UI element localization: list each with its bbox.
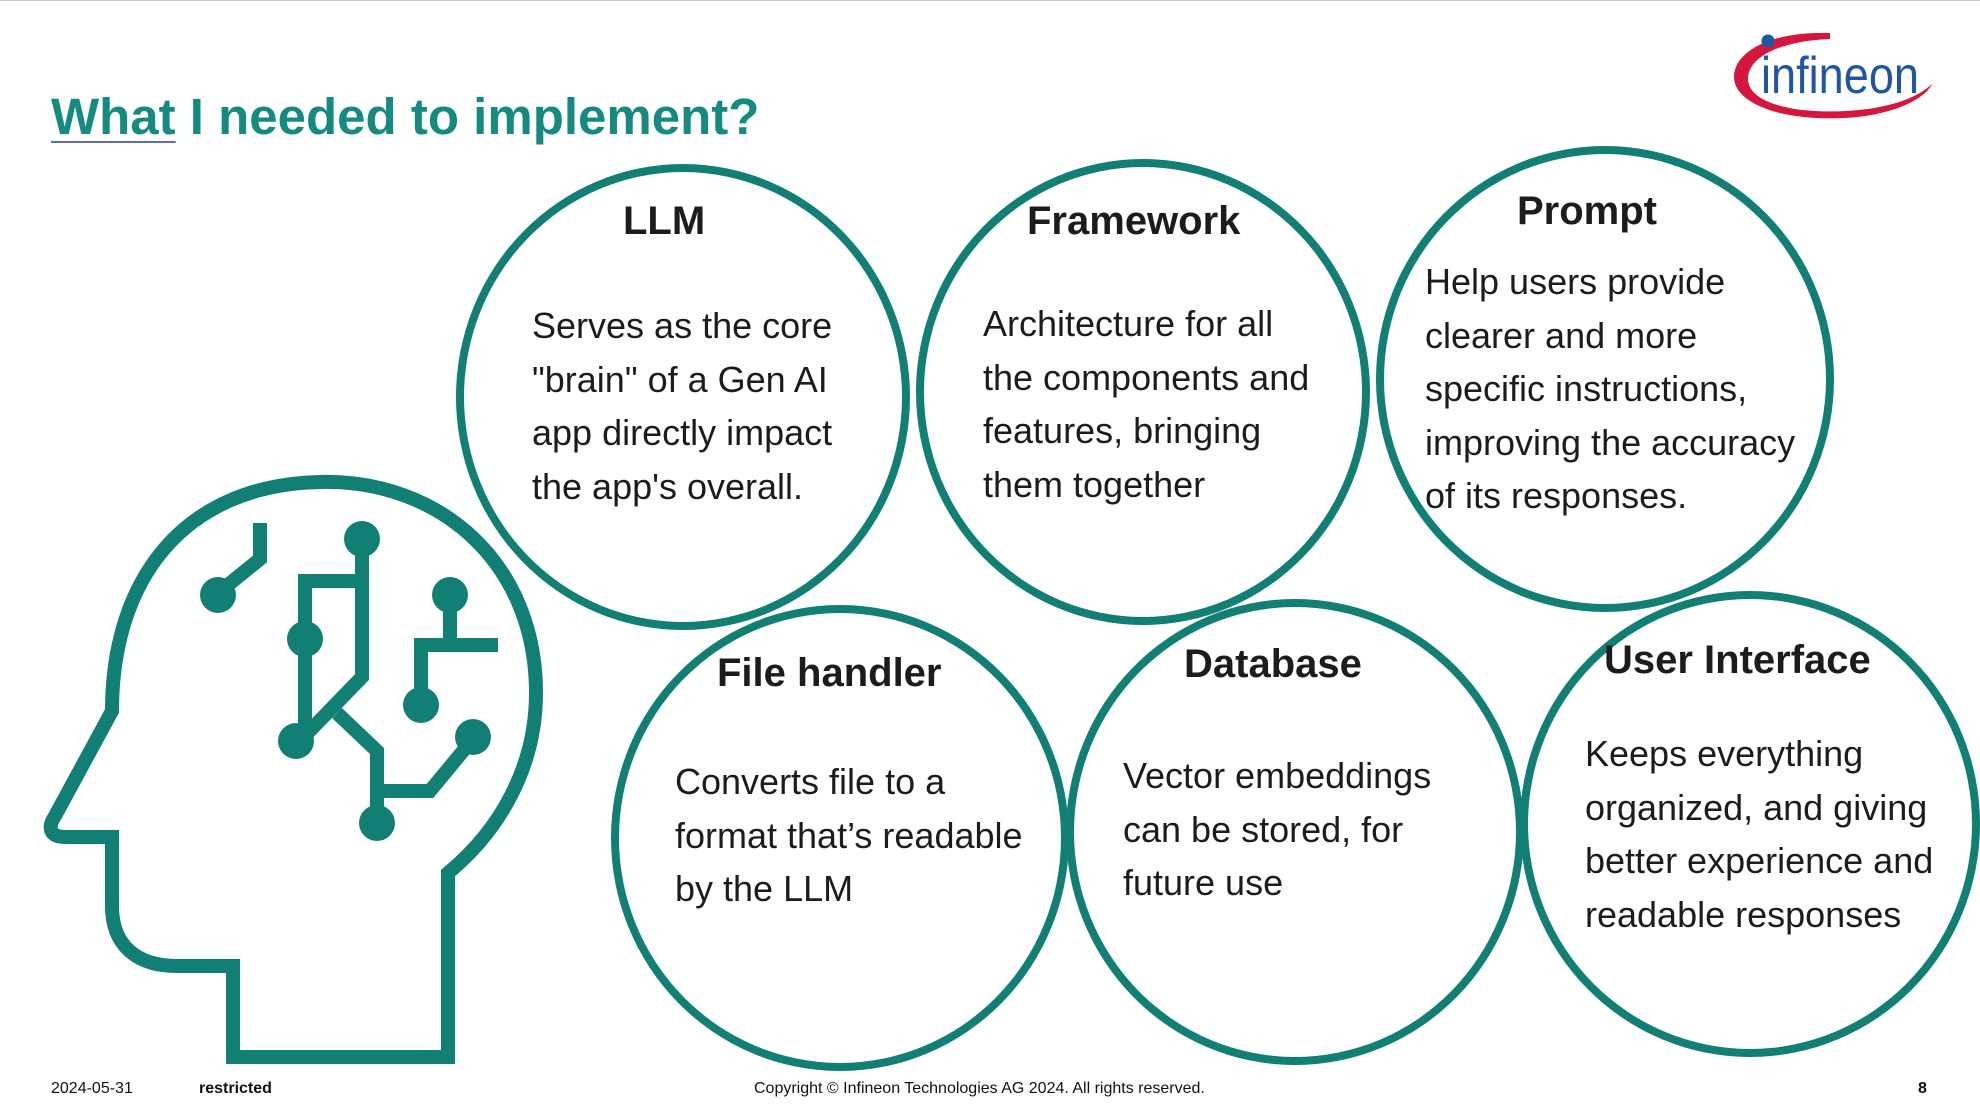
body-line: Serves as the core	[532, 305, 833, 346]
body-line: the components and	[983, 356, 1310, 398]
body-line: Keeps everything	[1585, 733, 1864, 774]
circle-title-file-handler: File handler	[717, 651, 942, 695]
slide: What I needed to implement? infineon LLM…	[0, 0, 1980, 1112]
body-line: can be stored, for	[1123, 808, 1404, 850]
infineon-logo: infineon	[1734, 32, 1932, 119]
circle-title-prompt: Prompt	[1517, 189, 1657, 233]
body-line: Help users provide	[1425, 261, 1726, 302]
circle-body-user-interface: Keeps everything organized, and giving b…	[1585, 727, 1933, 941]
body-line: future use	[1123, 862, 1284, 903]
body-line: better experience and	[1585, 840, 1934, 881]
body-line: Converts file to a	[675, 761, 946, 802]
footer-date: 2024-05-31	[51, 1080, 133, 1097]
footer-classification: restricted	[199, 1080, 272, 1097]
circle-body-database: Vector embeddings can be stored, for fut…	[1123, 749, 1431, 910]
circle-body-prompt: Help users provide clearer and more spec…	[1425, 255, 1795, 523]
circle-title-framework: Framework	[1027, 199, 1241, 243]
body-line: clearer and more	[1425, 314, 1698, 356]
body-line: organized, and giving	[1585, 786, 1928, 828]
page-number: 8	[1918, 1080, 1927, 1097]
body-line: them together	[983, 463, 1206, 505]
circle-title-user-interface: User Interface	[1604, 638, 1871, 682]
body-line: readable responses	[1585, 893, 1902, 935]
body-line: by the LLM	[675, 868, 854, 909]
logo-text: infineon	[1761, 47, 1919, 105]
body-line: format that’s readable	[675, 814, 1023, 856]
body-line: the app's overall.	[532, 465, 804, 507]
circle-title-llm: LLM	[623, 199, 706, 243]
title-rest: I needed to implement?	[175, 88, 760, 145]
circle-title-database: Database	[1184, 642, 1362, 686]
slide-title: What I needed to implement?	[51, 87, 759, 146]
title-first-word: What	[51, 88, 176, 145]
body-line: Vector embeddings	[1123, 755, 1432, 796]
circle-body-framework: Architecture for all the components and …	[983, 297, 1309, 511]
body-line: "brain" of a Gen AI	[532, 358, 828, 400]
body-line: features, bringing	[983, 410, 1262, 451]
body-line: improving the accuracy	[1425, 421, 1796, 463]
body-line: specific instructions,	[1425, 368, 1748, 409]
circle-body-file-handler: Converts file to a format that’s readabl…	[675, 755, 1023, 916]
body-line: of its responses.	[1425, 475, 1688, 516]
footer-copyright: Copyright © Infineon Technologies AG 202…	[754, 1080, 1205, 1097]
body-line: Architecture for all	[983, 303, 1274, 344]
circle-body-llm: Serves as the core "brain" of a Gen AI a…	[532, 299, 832, 513]
body-line: app directly impact	[532, 412, 833, 453]
